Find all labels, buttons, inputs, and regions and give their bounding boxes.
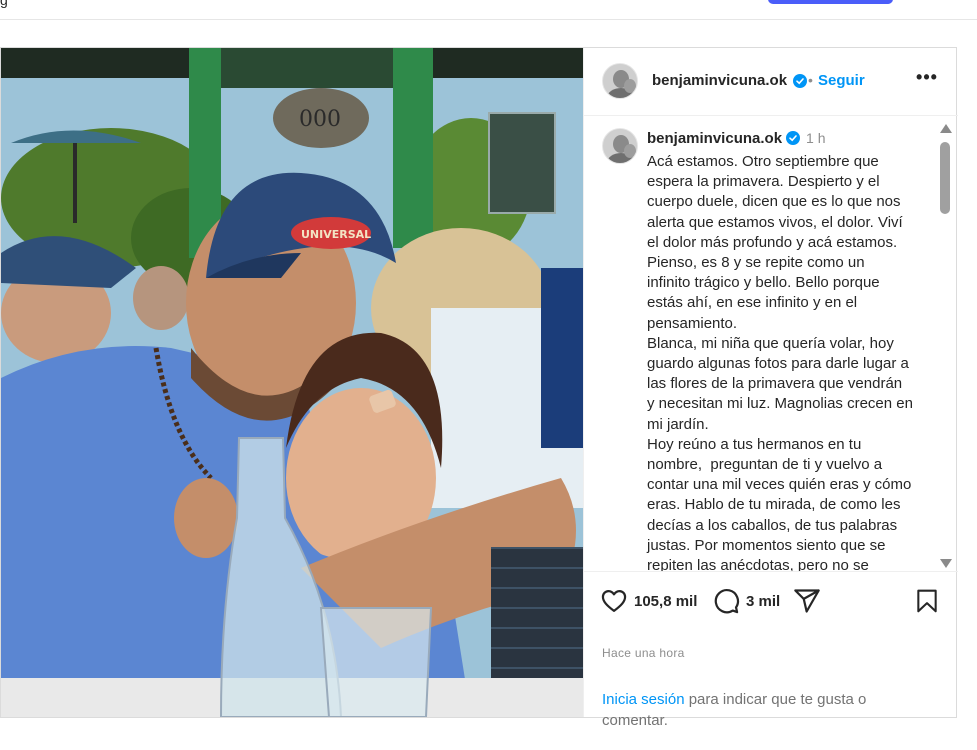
top-bar-glyph: g	[0, 0, 8, 8]
share-button[interactable]	[793, 586, 821, 616]
author-avatar[interactable]	[602, 63, 638, 99]
heart-icon	[601, 589, 627, 613]
like-button[interactable]: 105,8 mil	[600, 586, 697, 616]
caption-scrollbar[interactable]	[938, 122, 952, 568]
comment-bubble-icon	[714, 589, 739, 614]
post-side-panel: benjaminvicuna.ok • Seguir ••• benjaminv…	[583, 48, 958, 729]
comment-button[interactable]: 3 mil	[712, 586, 780, 616]
caption-avatar[interactable]	[602, 128, 638, 164]
header-separator: •	[808, 72, 813, 88]
top-bar: g	[0, 0, 977, 20]
comments-count[interactable]: 3 mil	[746, 593, 780, 610]
comments-area[interactable]: benjaminvicuna.ok 1 h Acá estamos. Otro s…	[584, 116, 958, 571]
post-actions: 105,8 mil 3 mil Hace una hora Inicia ses…	[584, 571, 958, 729]
scroll-up-arrow-icon[interactable]	[940, 124, 952, 133]
bookmark-icon	[917, 589, 937, 613]
post-dialog: 000 UNIVERSAL benjaminvicuna.ok • Seguir…	[0, 47, 958, 729]
caption-header: benjaminvicuna.ok 1 h	[647, 130, 826, 148]
likes-count[interactable]: 105,8 mil	[634, 593, 697, 610]
cap-logo-text: UNIVERSAL	[301, 228, 371, 241]
verified-badge-icon	[786, 131, 801, 145]
verified-badge-icon	[793, 74, 807, 88]
more-options-icon[interactable]: •••	[914, 66, 940, 92]
share-send-icon	[794, 589, 820, 613]
scroll-down-arrow-icon[interactable]	[940, 559, 952, 568]
save-button[interactable]	[914, 586, 940, 616]
restaurant-sign-text: 000	[299, 107, 341, 132]
login-link[interactable]: Inicia sesión	[602, 691, 685, 708]
caption-time[interactable]: 1 h	[806, 130, 825, 146]
post-time-ago: Hace una hora	[602, 646, 685, 660]
top-action-button[interactable]	[768, 0, 893, 4]
follow-button[interactable]: Seguir	[818, 72, 865, 89]
post-header: benjaminvicuna.ok • Seguir •••	[584, 48, 958, 116]
author-username[interactable]: benjaminvicuna.ok	[652, 72, 787, 89]
caption-username[interactable]: benjaminvicuna.ok	[647, 130, 782, 147]
caption-text: Acá estamos. Otro septiembre que espera …	[647, 153, 913, 571]
login-prompt: Inicia sesión para indicar que te gusta …	[602, 689, 902, 731]
post-photo[interactable]: 000 UNIVERSAL	[1, 48, 583, 717]
scrollbar-thumb[interactable]	[940, 142, 950, 214]
